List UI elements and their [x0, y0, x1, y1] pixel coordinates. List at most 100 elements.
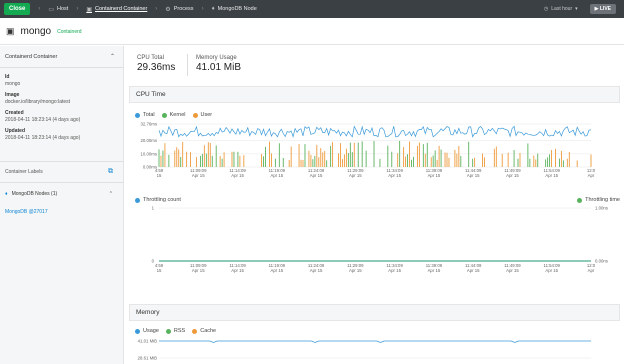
y-tick-label: 20.00ms: [141, 138, 157, 143]
memory-section: Memory Usage RSS Cache 41.01 MiB 28.61 Mi…: [129, 304, 620, 364]
chevron-right-icon: ›: [201, 6, 204, 12]
leaf-icon: ♦: [5, 191, 8, 197]
x-subtick-label: Apr 15: [270, 268, 283, 273]
throttle-legend-left[interactable]: Throttling count: [135, 197, 188, 203]
legend-dot: [135, 197, 140, 203]
y-right-tick-label: 1.00ns: [595, 206, 608, 211]
prop-key: Updated: [5, 128, 25, 134]
x-subtick-label: Apr 15: [388, 268, 401, 273]
time-range-select[interactable]: ◷ Last hour ▾: [544, 6, 578, 12]
chevron-right-icon: ›: [155, 6, 158, 12]
x-subtick-label: Apr 15: [270, 173, 283, 178]
prop-value: 2018-04-11 18:23:14 (4 days ago): [5, 117, 81, 123]
y-tick-label: 10.00ms: [141, 151, 157, 156]
legend-rss[interactable]: RSS: [165, 328, 185, 334]
x-subtick-label: Apr 15: [467, 173, 480, 178]
throttle-legend-right[interactable]: Throttling time: [577, 197, 620, 203]
breadcrumb-process[interactable]: ⚙ Process: [165, 6, 193, 13]
legend-dot: [192, 112, 198, 118]
breadcrumb-mongodb-node[interactable]: ♦ MongoDB Node: [212, 6, 257, 12]
x-subtick-label: Apr 15: [506, 268, 519, 273]
x-subtick-label: Apr: [588, 173, 595, 178]
host-icon: ▭: [48, 6, 55, 13]
x-subtick-label: 15: [157, 268, 162, 273]
x-subtick-label: Apr 15: [192, 268, 205, 273]
breadcrumb-host[interactable]: ▭ Host: [48, 6, 68, 13]
sidebar: Containerd Container ⌃ Id mongo Image do…: [0, 46, 124, 364]
x-subtick-label: Apr 15: [349, 173, 362, 178]
prop-key: Image: [5, 92, 20, 98]
properties-list: Id mongo Image docker.io/library/mongo:l…: [0, 68, 123, 147]
cpu-time-chart: 32.76ms20.00ms10.00ms0.00ms4:591511:09:0…: [141, 122, 596, 178]
x-subtick-label: Apr 15: [231, 268, 244, 273]
main-content: CPU Total 29.36ms Memory Usage 41.01 MiB…: [125, 46, 624, 364]
throttling-chart: 101.00ns0.00ns4:591511:09:09Apr 1511:14:…: [152, 206, 608, 274]
top-bar: Close › ▭ Host › ▣ Containerd Container › …: [0, 0, 624, 18]
prop-value: mongo: [5, 81, 21, 87]
x-subtick-label: Apr 15: [428, 268, 441, 273]
x-subtick-label: Apr 15: [545, 268, 558, 273]
x-subtick-label: Apr 15: [349, 268, 362, 273]
x-subtick-label: Apr 15: [467, 268, 480, 273]
container-icon: ▣: [86, 6, 92, 13]
cpu-time-header: CPU Time: [129, 86, 620, 103]
chevron-down-icon: ▾: [575, 6, 578, 12]
page-subtitle: Containerd: [57, 28, 82, 35]
chevron-up-icon[interactable]: ⌃: [109, 191, 113, 197]
close-button[interactable]: Close: [4, 3, 31, 15]
title-bar: ▣ mongo Containerd: [0, 18, 624, 45]
legend-cache[interactable]: Cache: [192, 328, 216, 334]
x-subtick-label: Apr 15: [192, 173, 205, 178]
x-subtick-label: Apr 15: [506, 173, 519, 178]
x-subtick-label: Apr 15: [310, 268, 323, 273]
legend-dot: [135, 328, 140, 334]
legend-user[interactable]: User: [192, 112, 212, 118]
leaf-icon: ♦: [211, 6, 215, 12]
y-tick-label: 28.61 MiB: [138, 356, 157, 361]
total-series-line: [158, 125, 592, 138]
process-icon: ⚙: [165, 6, 171, 13]
x-subtick-label: Apr 15: [388, 173, 401, 178]
memory-usage-metric: Memory Usage 41.01 MiB: [196, 55, 242, 73]
legend-dot: [192, 328, 198, 334]
chevron-right-icon: ›: [38, 6, 41, 12]
memory-header: Memory: [129, 304, 620, 321]
chevron-right-icon: ›: [76, 6, 79, 12]
prop-value: docker.io/library/mongo:latest: [5, 99, 71, 105]
usage-series-line: [159, 340, 591, 343]
legend-dot: [165, 328, 171, 334]
divider: [187, 54, 188, 76]
x-subtick-label: Apr 15: [231, 173, 244, 178]
legend-kernel[interactable]: Kernel: [161, 112, 186, 118]
y-tick-label: 41.01 MiB: [138, 339, 157, 344]
y-tick-label: 32.76ms: [141, 122, 157, 127]
live-button[interactable]: ▶ LIVE: [589, 4, 616, 14]
legend-dot: [135, 112, 140, 118]
page-title: mongo: [20, 25, 52, 37]
prop-value: 2018-04-11 18:23:14 (4 days ago): [5, 135, 81, 141]
copy-icon[interactable]: ⧉: [108, 168, 113, 176]
prop-key: Id: [5, 74, 10, 80]
x-subtick-label: Apr 15: [310, 173, 323, 178]
cpu-total-metric: CPU Total 29.36ms: [137, 55, 176, 73]
legend-dot: [577, 197, 583, 203]
mongodb-node-link[interactable]: MongoDB @27017: [0, 205, 123, 219]
memory-chart: 41.01 MiB 28.61 MiB: [138, 339, 591, 361]
mongodb-nodes-header[interactable]: ♦ MongoDB Nodes (1) ⌃: [0, 183, 123, 205]
x-subtick-label: Apr 15: [545, 173, 558, 178]
cpu-legend: Total Kernel User: [135, 112, 219, 118]
legend-usage[interactable]: Usage: [135, 328, 159, 334]
chevron-up-icon[interactable]: ⌃: [110, 53, 115, 60]
container-icon: ▣: [6, 25, 15, 36]
legend-dot: [161, 112, 167, 118]
y-right-tick-label: 0.00ns: [595, 259, 608, 264]
x-subtick-label: 15: [157, 173, 162, 178]
clock-icon: ◷: [543, 6, 549, 12]
memory-legend: Usage RSS Cache: [135, 328, 223, 334]
properties-panel-header[interactable]: Containerd Container ⌃: [0, 46, 123, 68]
breadcrumb-container[interactable]: ▣ Containerd Container: [86, 6, 147, 13]
cpu-time-section: CPU Time Total Kernel User 32.76ms 20.00m…: [129, 86, 620, 276]
prop-key: Created: [5, 110, 24, 116]
legend-total[interactable]: Total: [135, 112, 155, 118]
container-labels-header[interactable]: Container Labels ⧉: [0, 161, 123, 183]
